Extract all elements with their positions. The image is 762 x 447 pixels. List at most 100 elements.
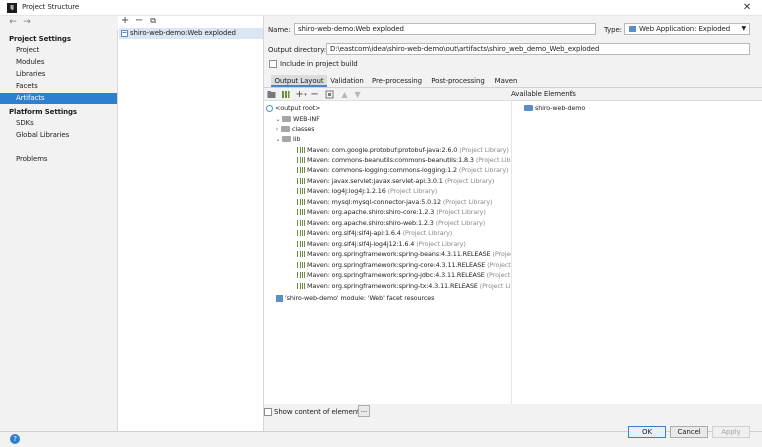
output-directory-label: Output directory:	[268, 46, 327, 54]
classes-label: classes	[292, 125, 315, 133]
library-name: Maven: org.springframework:spring-beans:…	[307, 250, 491, 258]
library-note: (Project Library)	[475, 156, 511, 164]
tab-pre-processing[interactable]: Pre-processing	[369, 75, 425, 87]
library-row[interactable]: Maven: org.slf4j:slf4j-log4j12:1.6.4 (Pr…	[297, 239, 511, 249]
apply-button[interactable]: Apply	[712, 426, 750, 438]
tree-web-inf-row[interactable]: ⌄ WEB-INF	[274, 114, 320, 124]
library-icon	[297, 283, 305, 289]
library-name: Maven: org.slf4j:slf4j-log4j12:1.6.4	[307, 240, 415, 248]
available-elements-label: Available Elements	[511, 90, 576, 98]
library-name: Maven: commons-beanutils:commons-beanuti…	[307, 156, 474, 164]
library-row[interactable]: Maven: org.springframework:spring-beans:…	[297, 249, 511, 259]
sidebar-item-problems[interactable]: Problems	[0, 154, 117, 165]
sidebar-item-libraries[interactable]: Libraries	[0, 69, 117, 80]
tree-root-row[interactable]: <output root>	[266, 103, 320, 113]
library-icon	[297, 147, 305, 153]
library-row[interactable]: Maven: log4j:log4j:1.2.16 (Project Libra…	[297, 186, 511, 196]
library-row[interactable]: Maven: org.springframework:spring-core:4…	[297, 260, 511, 270]
name-label: Name:	[268, 26, 291, 34]
artifacts-list-panel	[118, 16, 264, 431]
available-element-name: shiro-web-demo	[535, 104, 586, 112]
include-in-build-checkbox[interactable]	[269, 60, 277, 68]
tree-classes-row[interactable]: › classes	[274, 124, 315, 134]
library-note: (Project Library)	[486, 271, 511, 279]
library-icon	[297, 178, 305, 184]
window-title: Project Structure	[22, 3, 80, 11]
artifact-name: shiro-web-demo:Web exploded	[130, 29, 236, 37]
library-row[interactable]: Maven: org.slf4j:slf4j-api:1.6.4 (Projec…	[297, 228, 511, 238]
arrow-right-icon[interactable]: →	[21, 16, 33, 30]
arrow-left-icon[interactable]: ←	[7, 16, 19, 30]
close-icon[interactable]: ✕	[740, 1, 754, 15]
create-directory-icon[interactable]	[267, 90, 276, 99]
type-select-value: Web Application: Exploded	[639, 25, 731, 33]
library-icon	[297, 241, 305, 247]
expand-arrow-icon[interactable]: ⌄	[274, 135, 282, 144]
type-label: Type:	[604, 26, 622, 34]
available-element-row[interactable]: shiro-web-demo	[524, 103, 585, 113]
library-name: Maven: org.apache.shiro:shiro-core:1.2.3	[307, 208, 435, 216]
sidebar-item-global-libraries[interactable]: Global Libraries	[0, 130, 117, 141]
library-icon	[297, 209, 305, 215]
library-icon	[297, 188, 305, 194]
library-row[interactable]: Maven: mysql:mysql-connector-java:5.0.12…	[297, 197, 511, 207]
library-row[interactable]: Maven: commons-beanutils:commons-beanuti…	[297, 155, 511, 165]
tab-validation[interactable]: Validation	[327, 75, 367, 87]
add-icon[interactable]: +	[119, 16, 131, 26]
library-row[interactable]: Maven: org.springframework:spring-tx:4.3…	[297, 281, 511, 291]
type-select[interactable]: Web Application: Exploded ▼	[624, 23, 750, 35]
library-row[interactable]: Maven: org.apache.shiro:shiro-web:1.2.3 …	[297, 218, 511, 228]
artifact-list-item[interactable]: shiro-web-demo:Web exploded	[119, 28, 263, 39]
library-icon	[297, 272, 305, 278]
remove-element-icon[interactable]: −	[310, 90, 319, 100]
library-icon	[297, 167, 305, 173]
cancel-button[interactable]: Cancel	[670, 426, 708, 438]
sidebar-item-artifacts[interactable]: Artifacts	[0, 93, 117, 104]
help-icon[interactable]: ?	[10, 434, 20, 444]
name-field[interactable]: shiro-web-demo:Web exploded	[294, 23, 596, 35]
help-question-icon[interactable]: ?	[570, 90, 573, 97]
library-note: (Project Library)	[458, 166, 509, 174]
library-row[interactable]: Maven: commons-logging:commons-logging:1…	[297, 165, 511, 175]
ok-button[interactable]: OK	[628, 426, 666, 438]
web-inf-label: WEB-INF	[293, 115, 320, 123]
library-note: (Project Library)	[435, 219, 486, 227]
library-row[interactable]: Maven: org.springframework:spring-jdbc:4…	[297, 270, 511, 280]
library-row[interactable]: Maven: javax.servlet:javax.servlet-api:3…	[297, 176, 511, 186]
output-root-icon	[266, 104, 273, 112]
library-icon	[297, 251, 305, 257]
library-icon	[297, 220, 305, 226]
tab-post-processing[interactable]: Post-processing	[428, 75, 488, 87]
library-note: (Project Library)	[442, 198, 493, 206]
expand-arrow-icon[interactable]: ⌄	[274, 115, 282, 124]
library-icon	[297, 199, 305, 205]
copy-icon[interactable]: ⧉	[147, 16, 159, 26]
library-name: Maven: log4j:log4j:1.2.16	[307, 187, 386, 195]
library-row[interactable]: Maven: com.google.protobuf:protobuf-java…	[297, 145, 511, 155]
sidebar-item-sdks[interactable]: SDKs	[0, 118, 117, 129]
library-row[interactable]: Maven: org.apache.shiro:shiro-core:1.2.3…	[297, 207, 511, 217]
lib-label: lib	[293, 135, 301, 143]
library-name: Maven: commons-logging:commons-logging:1…	[307, 166, 457, 174]
move-up-icon[interactable]: ▲	[340, 90, 349, 99]
library-note: (Project Library)	[416, 240, 466, 248]
collapse-arrow-icon[interactable]: ›	[274, 125, 281, 134]
facet-resources-row[interactable]: 'shiro-web-demo' module: 'Web' facet res…	[276, 293, 434, 303]
output-directory-field[interactable]: D:\eastcom\idea\shiro-web-demo\out\artif…	[326, 43, 750, 55]
extract-artifact-icon[interactable]	[325, 90, 334, 99]
library-name: Maven: org.springframework:spring-core:4…	[307, 261, 486, 269]
move-down-icon[interactable]: ▼	[353, 90, 362, 99]
add-dropdown-icon[interactable]: ▾	[301, 91, 310, 100]
tab-output-layout[interactable]: Output Layout	[271, 75, 327, 87]
tree-lib-row[interactable]: ⌄ lib	[274, 134, 301, 144]
tab-maven[interactable]: Maven	[490, 75, 522, 87]
available-elements-panel: shiro-web-demo	[511, 100, 762, 404]
sidebar-item-modules[interactable]: Modules	[0, 57, 117, 68]
create-archive-icon[interactable]	[281, 90, 290, 99]
show-content-options-button[interactable]: ...	[358, 405, 370, 417]
remove-icon[interactable]: −	[133, 16, 145, 26]
sidebar-item-facets[interactable]: Facets	[0, 81, 117, 92]
show-content-checkbox[interactable]	[264, 408, 272, 416]
sidebar-item-project[interactable]: Project	[0, 45, 117, 56]
library-name: Maven: com.google.protobuf:protobuf-java…	[307, 146, 458, 154]
